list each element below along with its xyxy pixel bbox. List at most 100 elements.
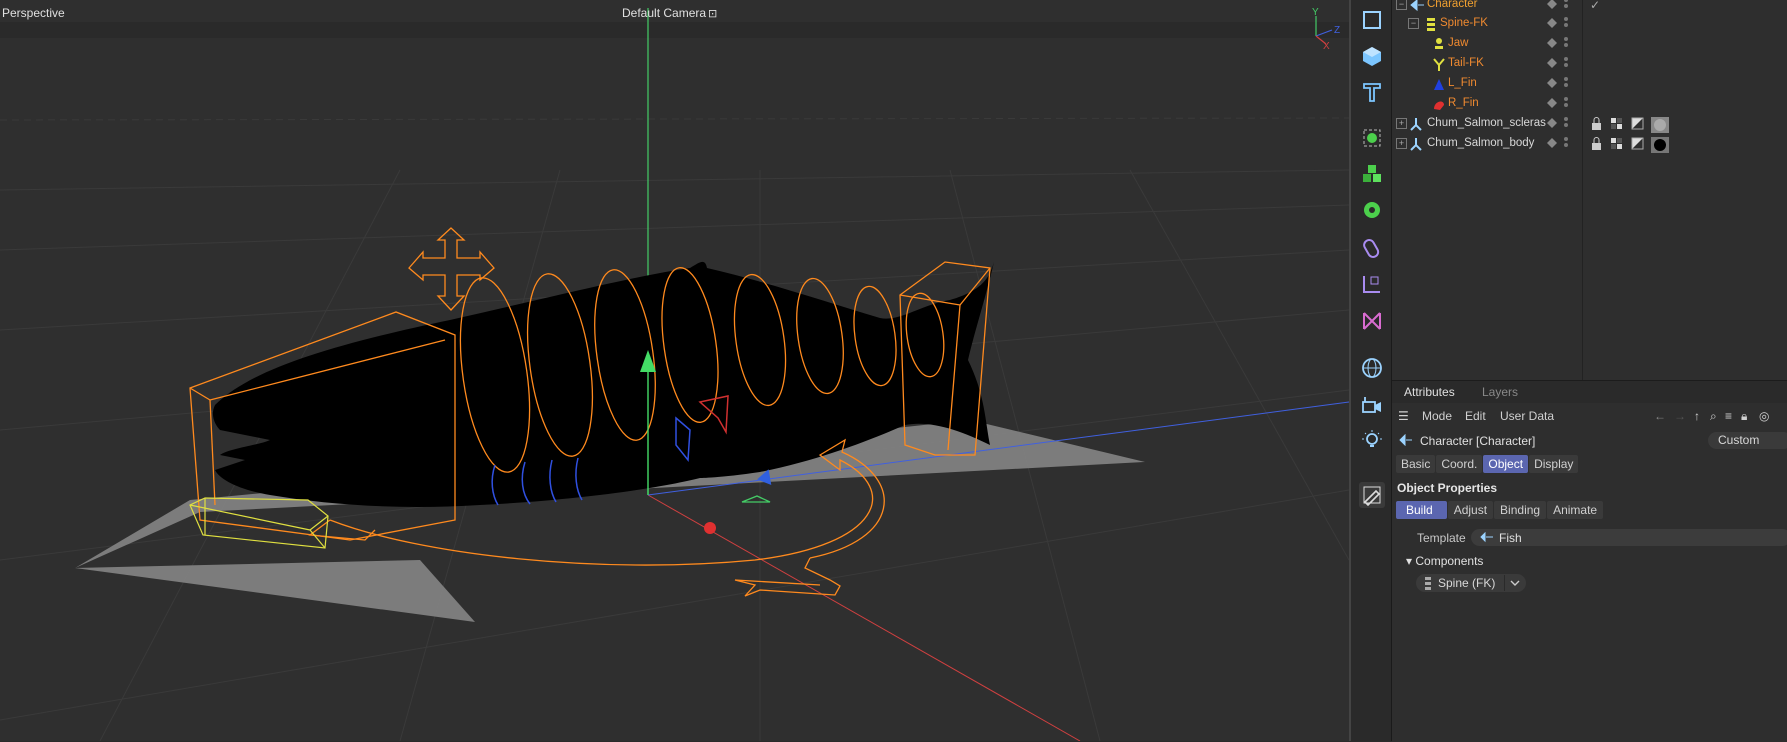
collapse-icon[interactable]: − xyxy=(1408,18,1419,29)
check-icon: ✓ xyxy=(1590,0,1601,12)
viewport-title[interactable]: Perspective xyxy=(2,6,65,20)
camera-selector[interactable]: Default Camera ⊡ xyxy=(622,6,717,20)
subtab-adjust[interactable]: Adjust xyxy=(1447,501,1494,519)
object-row-chum-salmon-body[interactable]: + Chum_Salmon_body xyxy=(1392,134,1787,154)
object-label: Spine-FK xyxy=(1440,17,1488,29)
attribute-object-header: Character [Character] Custom xyxy=(1392,429,1787,453)
camera-icon[interactable] xyxy=(1359,391,1385,417)
axis-label-x: X xyxy=(1323,41,1330,52)
material-tag-icon[interactable] xyxy=(1651,137,1670,153)
object-label: Chum_Salmon_scleras xyxy=(1427,117,1546,129)
search-icon[interactable]: ⌕ xyxy=(1710,409,1717,424)
material-tag-icon[interactable] xyxy=(1651,117,1670,133)
hamburger-menu-icon[interactable]: ☰ xyxy=(1398,409,1409,423)
viewport-header: Perspective Default Camera ⊡ xyxy=(0,3,1349,23)
joint-icon xyxy=(1435,38,1443,49)
tab-attributes[interactable]: Attributes xyxy=(1404,385,1455,399)
object-flags[interactable] xyxy=(1547,37,1577,51)
spine-icon xyxy=(1425,577,1431,590)
object-flags[interactable] xyxy=(1547,17,1577,31)
object-row-jaw[interactable]: Jaw xyxy=(1392,34,1787,54)
phong-tag-icon[interactable] xyxy=(1631,117,1644,130)
cube-icon[interactable] xyxy=(1359,43,1385,69)
expand-icon[interactable]: + xyxy=(1396,138,1407,149)
forward-arrow-icon[interactable]: → xyxy=(1674,409,1686,423)
fin-left-icon xyxy=(1434,79,1444,90)
object-flags[interactable] xyxy=(1547,0,1577,12)
object-flags[interactable] xyxy=(1547,77,1577,91)
coordinate-icon[interactable] xyxy=(1359,271,1385,297)
lock-icon[interactable] xyxy=(1590,137,1603,150)
section-title: Object Properties xyxy=(1397,481,1498,495)
tail-icon xyxy=(1433,58,1445,71)
template-row: Template Fish xyxy=(1392,527,1787,549)
object-row-l-fin[interactable]: L_Fin xyxy=(1392,74,1787,94)
object-row-chum-salmon-scleras[interactable]: + Chum_Salmon_scleras xyxy=(1392,114,1787,134)
component-label: Spine (FK) xyxy=(1438,576,1496,590)
attribute-manager: Attributes Layers ☰ Mode Edit User Data … xyxy=(1392,380,1787,742)
menu-user-data[interactable]: User Data xyxy=(1500,409,1554,423)
globe-icon[interactable] xyxy=(1359,355,1385,381)
component-spine-fk[interactable]: Spine (FK) xyxy=(1416,574,1526,592)
right-panel: − Character ✓ − Spine-FK Jaw Tail-FK L_F… xyxy=(1391,0,1787,742)
page-coord[interactable]: Coord. xyxy=(1436,455,1483,473)
object-label: R_Fin xyxy=(1448,97,1479,109)
spline-pen-icon[interactable] xyxy=(1359,235,1385,261)
cloner-icon[interactable] xyxy=(1359,161,1385,187)
cube-outline-icon[interactable] xyxy=(1359,7,1385,33)
object-flags[interactable] xyxy=(1547,137,1577,151)
character-icon xyxy=(1399,434,1412,446)
object-label: Tail-FK xyxy=(1448,57,1484,69)
menu-mode[interactable]: Mode xyxy=(1422,409,1452,423)
object-label: Character xyxy=(1427,0,1478,10)
attribute-menu-bar: ☰ Mode Edit User Data ← → ↑ ⌕ ≡ 🔒︎ ◎ xyxy=(1392,403,1787,429)
expand-icon[interactable]: + xyxy=(1396,118,1407,129)
object-row-r-fin[interactable]: R_Fin xyxy=(1392,94,1787,114)
object-flags[interactable] xyxy=(1547,57,1577,71)
chevron-down-icon[interactable] xyxy=(1504,575,1525,591)
phong-tag-icon[interactable] xyxy=(1631,137,1644,150)
subdivision-icon[interactable] xyxy=(1359,125,1385,151)
object-name: Character [Character] xyxy=(1420,434,1536,448)
filter-icon[interactable]: ≡ xyxy=(1725,409,1732,423)
lock-icon[interactable] xyxy=(1590,117,1603,130)
subtab-build[interactable]: Build xyxy=(1396,501,1447,519)
object-row-spine-fk[interactable]: − Spine-FK xyxy=(1392,14,1787,34)
new-view-icon[interactable]: ◎ xyxy=(1759,409,1769,423)
components-label: Components xyxy=(1415,554,1484,568)
texture-tag-icon[interactable] xyxy=(1610,117,1623,130)
lock-icon[interactable]: 🔒︎ xyxy=(1741,409,1747,424)
page-object[interactable]: Object xyxy=(1483,455,1529,473)
effector-icon[interactable] xyxy=(1359,308,1385,334)
up-arrow-icon[interactable]: ↑ xyxy=(1694,409,1700,423)
character-icon xyxy=(1410,0,1424,12)
menu-edit[interactable]: Edit xyxy=(1465,409,1486,423)
expand-triangle-icon: ▾ xyxy=(1406,554,1413,568)
deformer-gear-icon[interactable] xyxy=(1359,197,1385,223)
page-basic[interactable]: Basic xyxy=(1396,455,1436,473)
object-manager: − Character ✓ − Spine-FK Jaw Tail-FK L_F… xyxy=(1392,0,1787,380)
texture-tag-icon[interactable] xyxy=(1610,137,1623,150)
back-arrow-icon[interactable]: ← xyxy=(1654,409,1666,423)
brush-icon[interactable] xyxy=(1359,482,1385,508)
object-row-tail-fk[interactable]: Tail-FK xyxy=(1392,54,1787,74)
fish-icon xyxy=(1480,532,1493,543)
custom-dropdown[interactable]: Custom xyxy=(1708,432,1787,449)
collapse-icon[interactable]: − xyxy=(1396,0,1407,10)
template-field[interactable]: Fish xyxy=(1471,529,1787,546)
text-icon[interactable] xyxy=(1359,79,1385,105)
axis-label-z: Z xyxy=(1334,25,1340,36)
object-label: L_Fin xyxy=(1448,77,1477,89)
light-icon[interactable] xyxy=(1359,427,1385,453)
subtab-binding[interactable]: Binding xyxy=(1494,501,1547,519)
components-group[interactable]: ▾ Components xyxy=(1406,554,1483,568)
tab-layers[interactable]: Layers xyxy=(1482,385,1518,399)
viewport-scene[interactable]: Y Z X xyxy=(0,0,1349,741)
page-display[interactable]: Display xyxy=(1529,455,1579,473)
template-label: Template xyxy=(1417,531,1466,545)
subtab-animate[interactable]: Animate xyxy=(1547,501,1604,519)
object-flags[interactable] xyxy=(1547,117,1577,131)
object-flags[interactable] xyxy=(1547,97,1577,111)
3d-viewport[interactable]: Y Z X Perspective Default Camera ⊡ xyxy=(0,0,1349,741)
object-row-character[interactable]: − Character ✓ xyxy=(1392,0,1787,15)
